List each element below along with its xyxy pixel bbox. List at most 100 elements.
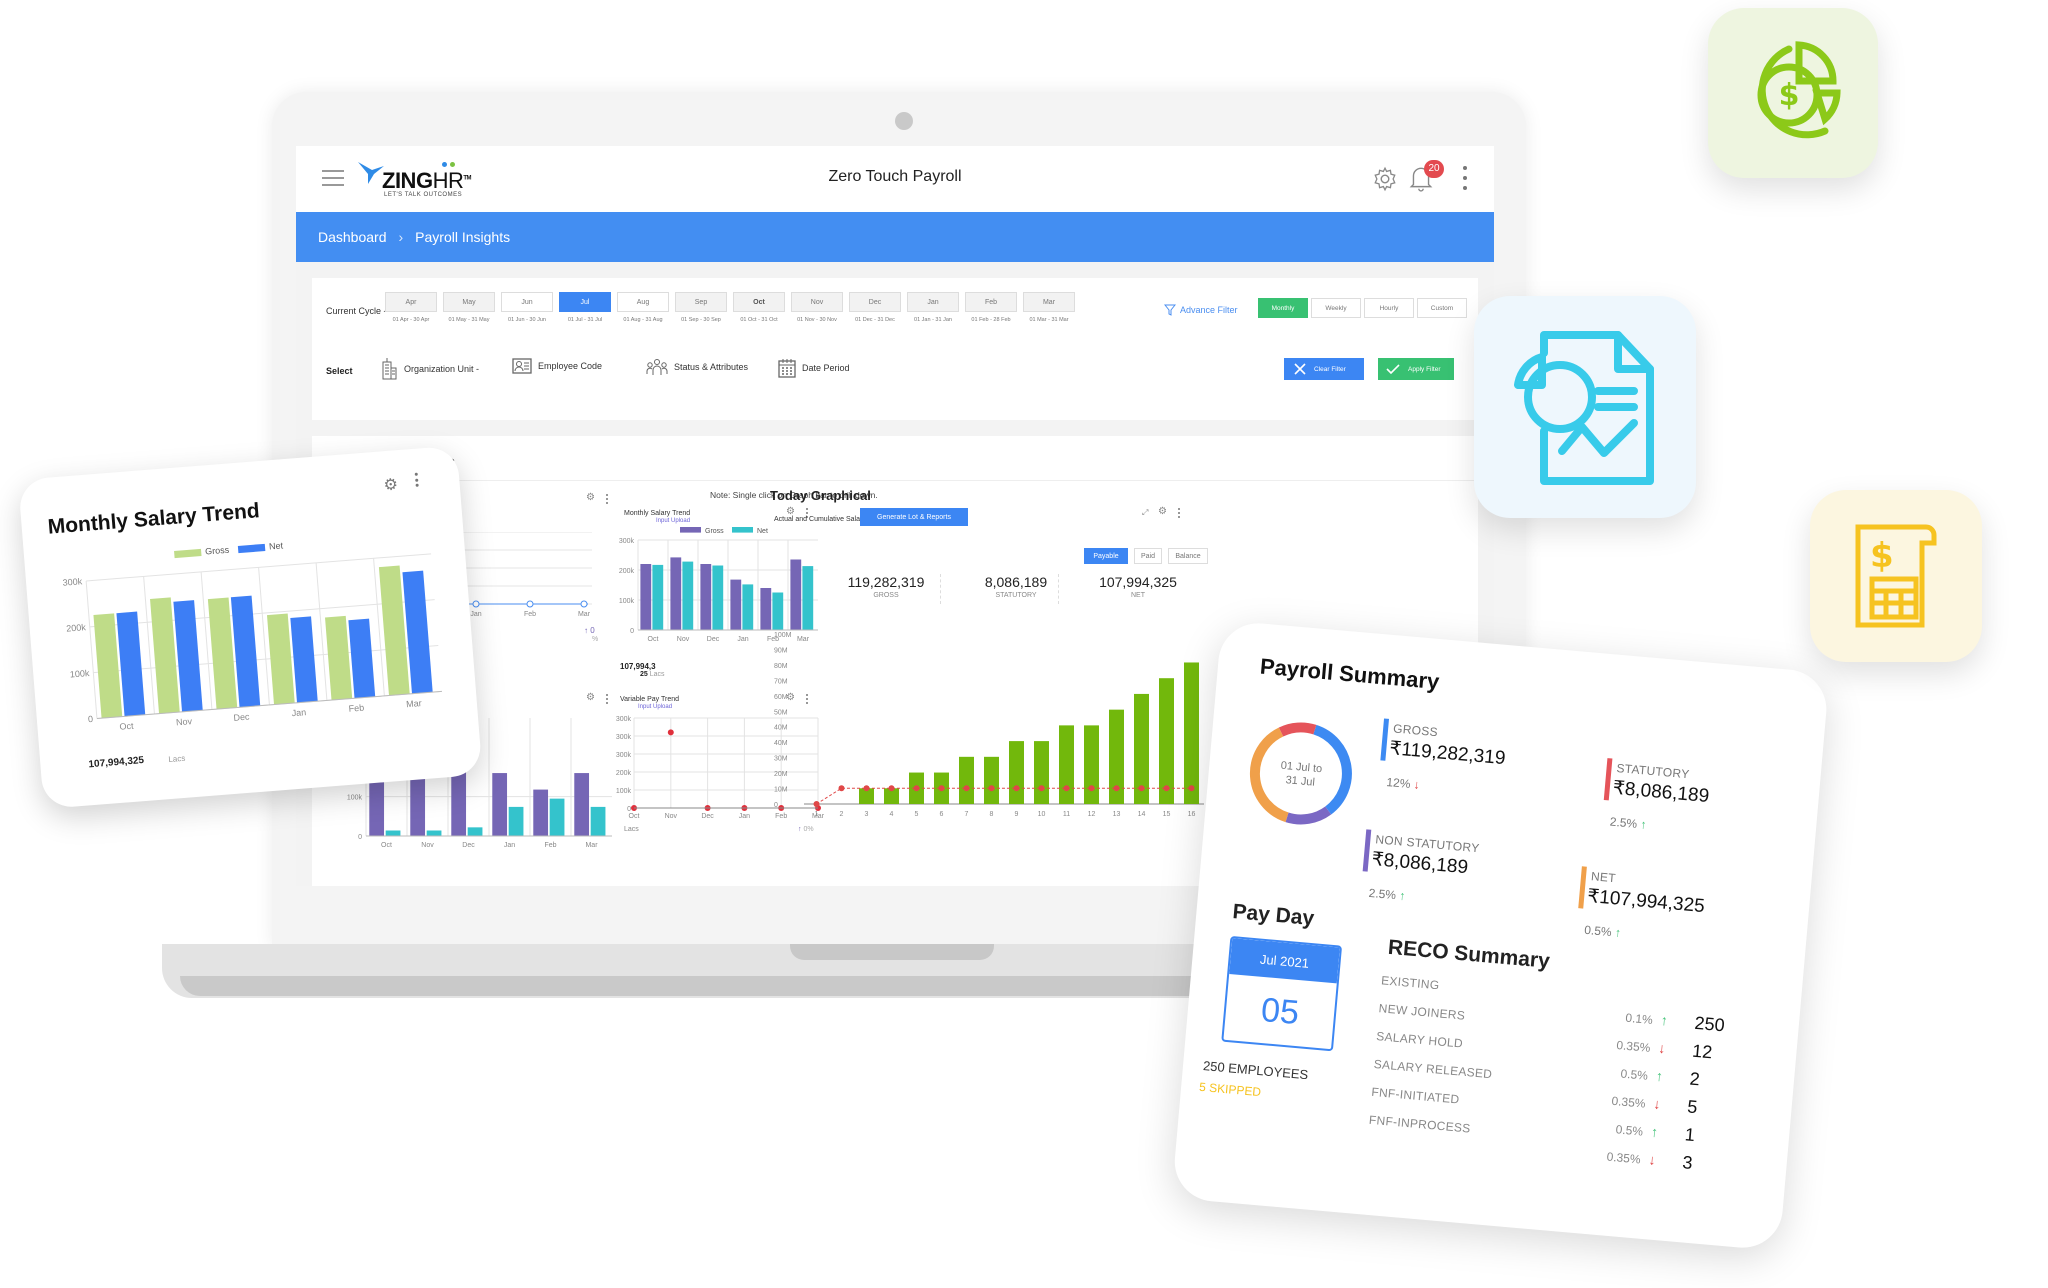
month-option[interactable]: Jun 01 Jun - 30 Jun xyxy=(501,292,553,324)
month-range: 01 Nov - 30 Nov xyxy=(797,317,837,323)
paid-toggle[interactable]: Paid xyxy=(1134,548,1162,564)
month-button[interactable]: Oct xyxy=(733,292,785,312)
y-tick-label: 60M xyxy=(774,694,788,701)
x-tick-label: Nov xyxy=(677,636,690,643)
freq-monthly[interactable]: Monthly xyxy=(1258,298,1308,318)
bar-gross xyxy=(640,564,652,630)
month-option[interactable]: Jul 01 Jul - 31 Jul xyxy=(559,292,611,324)
card-menu-icon[interactable] xyxy=(414,472,419,487)
data-point xyxy=(667,729,674,736)
expand-icon[interactable]: ⤢ xyxy=(1142,508,1148,518)
date-period-selector[interactable]: Date Period xyxy=(778,358,850,378)
bar-present xyxy=(533,789,549,836)
month-option[interactable]: Aug 01 Aug - 31 Aug xyxy=(617,292,669,324)
month-option[interactable]: Sep 01 Sep - 30 Sep xyxy=(675,292,727,324)
settings-gear-icon[interactable] xyxy=(1372,166,1398,192)
generate-lot-reports-button[interactable]: Generate Lot & Reports xyxy=(860,508,968,526)
month-button[interactable]: Apr xyxy=(385,292,437,312)
balance-toggle[interactable]: Balance xyxy=(1168,548,1208,564)
widget-settings-icon[interactable]: ⚙ xyxy=(586,492,595,503)
bar-present xyxy=(492,773,508,836)
widget-subtitle[interactable]: Input Upload xyxy=(638,704,672,710)
widget-menu-icon[interactable] xyxy=(1178,508,1180,518)
employee-code-selector[interactable]: Employee Code xyxy=(512,358,602,374)
month-button[interactable]: Jun xyxy=(501,292,553,312)
y-tick-label: 20M xyxy=(774,771,788,778)
widget-title: Variable Pay Trend xyxy=(620,696,680,703)
month-option[interactable]: Feb 01 Feb - 28 Feb xyxy=(965,292,1017,324)
arrow-down-icon: ↓ xyxy=(1647,1151,1657,1168)
y-tick-label: 40M xyxy=(774,740,788,747)
month-option[interactable]: Jan 01 Jan - 31 Jan xyxy=(907,292,959,324)
summary-change: 2.5% ↑ xyxy=(1368,885,1406,904)
status-attributes-selector[interactable]: Status & Attributes xyxy=(646,358,748,376)
breadcrumb-dashboard[interactable]: Dashboard xyxy=(318,229,387,245)
organization-unit-selector[interactable]: Organization Unit - xyxy=(380,358,479,380)
x-tick-label: 3 xyxy=(865,811,869,818)
new-joiners-trend: ↑ 0 xyxy=(584,626,595,635)
freq-hourly[interactable]: Hourly xyxy=(1364,298,1414,318)
month-button[interactable]: Aug xyxy=(617,292,669,312)
freq-weekly[interactable]: Weekly xyxy=(1311,298,1361,318)
month-option[interactable]: Mar 01 Mar - 31 Mar xyxy=(1023,292,1075,324)
month-option[interactable]: May 01 May - 31 May xyxy=(443,292,495,324)
month-button[interactable]: Jul xyxy=(559,292,611,312)
x-tick-label: Mar xyxy=(578,611,591,618)
payable-toggle[interactable]: Payable xyxy=(1084,548,1128,564)
month-option[interactable]: Dec 01 Dec - 31 Dec xyxy=(849,292,901,324)
data-point xyxy=(988,785,995,792)
x-tick-label: 16 xyxy=(1188,811,1196,818)
data-point xyxy=(938,785,945,792)
month-option[interactable]: Nov 01 Nov - 30 Nov xyxy=(791,292,843,324)
payroll-summary-title: Payroll Summary xyxy=(1259,653,1441,695)
svg-text:$: $ xyxy=(1779,78,1800,113)
pay-day-calendar[interactable]: Jul 2021 05 xyxy=(1221,935,1343,1052)
advance-filter-link[interactable]: Advance Filter xyxy=(1164,304,1238,316)
more-options-icon[interactable] xyxy=(1462,166,1468,190)
widget-menu-icon[interactable] xyxy=(606,494,608,504)
gridline xyxy=(258,567,270,706)
month-button[interactable]: Mar xyxy=(1023,292,1075,312)
current-cycle-label: Current Cycle - xyxy=(326,306,387,316)
card-total-unit: Lacs xyxy=(168,753,186,765)
x-tick-label: Oct xyxy=(648,636,659,643)
month-button[interactable]: Sep xyxy=(675,292,727,312)
x-tick-label: 15 xyxy=(1163,811,1171,818)
y-tick-label: 200k xyxy=(616,770,632,777)
month-button[interactable]: May xyxy=(443,292,495,312)
freq-custom[interactable]: Custom xyxy=(1417,298,1467,318)
reco-summary-table: EXISTING 0.1% ↑ 250 NEW JOINERS 0.35% ↓ … xyxy=(1364,973,1760,1205)
month-option[interactable]: Oct 01 Oct - 31 Oct xyxy=(733,292,785,324)
widget-settings-icon[interactable]: ⚙ xyxy=(586,692,595,703)
x-tick-label: 11 xyxy=(1063,811,1070,818)
payroll-calculator-icon: $ xyxy=(1855,524,1937,628)
color-indicator xyxy=(1603,758,1613,801)
month-button[interactable]: Feb xyxy=(965,292,1017,312)
clear-filter-button[interactable]: Clear Filter xyxy=(1284,358,1364,380)
month-option[interactable]: Apr 01 Apr - 30 Apr xyxy=(385,292,437,324)
bar-cumulative xyxy=(959,756,974,804)
month-button[interactable]: Jan xyxy=(907,292,959,312)
actual-cumulative-salary-tab[interactable]: Actual and Cumulative Salary xyxy=(774,516,866,523)
widget-settings-icon[interactable]: ⚙ xyxy=(1158,506,1167,517)
donut-slice xyxy=(1278,722,1317,737)
bar-net xyxy=(682,561,694,630)
breadcrumb-payroll-insights[interactable]: Payroll Insights xyxy=(415,229,510,245)
reco-count: 250 xyxy=(1693,1012,1726,1036)
month-button[interactable]: Dec xyxy=(849,292,901,312)
kpi-gross: 119,282,319 GROSS xyxy=(847,574,925,599)
bar-absent xyxy=(467,827,483,836)
x-tick-label: 10 xyxy=(1038,811,1046,818)
gridline xyxy=(85,580,98,719)
card-settings-icon[interactable]: ⚙ xyxy=(383,474,399,495)
reco-label: FNF-INPROCESS xyxy=(1368,1112,1472,1136)
pay-day-title: Pay Day xyxy=(1231,900,1316,931)
widget-menu-icon[interactable] xyxy=(606,694,608,704)
widget-subtitle[interactable]: Input Upload xyxy=(656,518,690,524)
x-tick-label: Dec xyxy=(462,842,475,849)
apply-filter-button[interactable]: Apply Filter xyxy=(1378,358,1454,380)
y-tick-label: 100k xyxy=(347,795,363,802)
month-button[interactable]: Nov xyxy=(791,292,843,312)
data-point xyxy=(913,785,920,792)
funnel-icon xyxy=(1164,304,1176,316)
